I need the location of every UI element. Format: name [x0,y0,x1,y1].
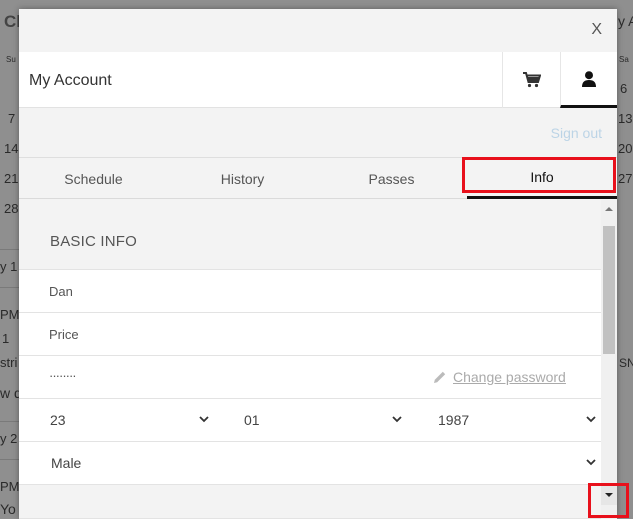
birth-year-value: 1987 [438,412,470,428]
bg-fragment: PM [0,307,20,322]
bg-date: 27 [618,171,633,186]
birth-day-select[interactable]: 23 [50,399,210,442]
birth-day-value: 23 [50,412,66,428]
bg-fragment: y 1 [0,259,18,274]
bg-fragment: stri [0,355,18,370]
chevron-down-icon [199,416,209,423]
scroll-down-icon [605,493,613,497]
change-password-link[interactable]: Change password [433,369,566,385]
first-name-field[interactable]: Dan [19,269,601,312]
bg-date: 21 [4,171,19,186]
close-button[interactable]: X [591,21,602,39]
tab-info[interactable]: Info [467,158,617,199]
bg-divider [0,287,19,288]
tab-schedule[interactable]: Schedule [19,158,168,199]
bg-fragment: 1 [2,331,10,346]
my-account-modal: X My Account Sign out Schedule History P… [19,9,617,519]
bg-date: 13 [618,111,633,126]
birthdate-row: 23 01 1987 [19,398,601,441]
bg-divider [0,249,19,250]
birth-month-value: 01 [244,412,260,428]
gender-select[interactable]: Male [19,441,601,484]
bg-date: 7 [8,111,16,126]
form-spacer [19,484,601,519]
scroll-down-button[interactable] [601,485,617,505]
chevron-down-icon [586,416,596,423]
sign-out-link[interactable]: Sign out [551,125,602,141]
last-name-field[interactable]: Price [19,312,601,355]
signout-row: Sign out [19,109,617,158]
bg-date: 14 [4,141,19,156]
section-title: BASIC INFO [50,233,138,250]
chevron-down-icon [586,459,596,466]
account-button[interactable] [560,52,617,108]
bg-date: 20 [618,141,633,156]
bg-fragment: y 2 [0,431,18,446]
bg-fragment: PM [0,479,20,494]
last-name-value: Price [49,327,79,342]
basic-info-form: BASIC INFO Dan Price ········ Change pas… [19,200,601,519]
bg-fragment: Yo [0,501,16,517]
bg-day-head-right: Sa [619,55,629,64]
pencil-icon [434,371,446,383]
tab-history[interactable]: History [168,158,317,199]
scroll-thumb[interactable] [603,226,615,354]
bg-day-head-left: Su [6,55,16,64]
chevron-down-icon [392,416,402,423]
scrollbar[interactable] [601,200,617,519]
birth-year-select[interactable]: 1987 [438,399,598,442]
gender-value: Male [51,455,82,471]
birth-month-select[interactable]: 01 [244,399,404,442]
modal-header: My Account [19,52,617,108]
modal-close-bar: X [19,9,617,52]
scroll-up-icon[interactable] [605,206,613,212]
bg-header-fragment-right: y A [618,13,633,29]
modal-title: My Account [29,72,112,89]
cart-button[interactable] [502,52,560,108]
password-field[interactable]: ········ Change password [19,355,601,398]
tab-passes[interactable]: Passes [317,158,466,199]
user-icon [582,70,596,87]
bg-divider [0,459,19,460]
account-tabs: Schedule History Passes Info [19,158,617,199]
password-mask: ········ [49,368,77,383]
cart-icon [522,72,541,88]
bg-divider [0,421,19,422]
change-password-label: Change password [453,369,566,385]
bg-date: 6 [620,81,628,96]
first-name-value: Dan [49,284,73,299]
bg-fragment: SN [619,356,633,370]
bg-date: 28 [4,201,19,216]
